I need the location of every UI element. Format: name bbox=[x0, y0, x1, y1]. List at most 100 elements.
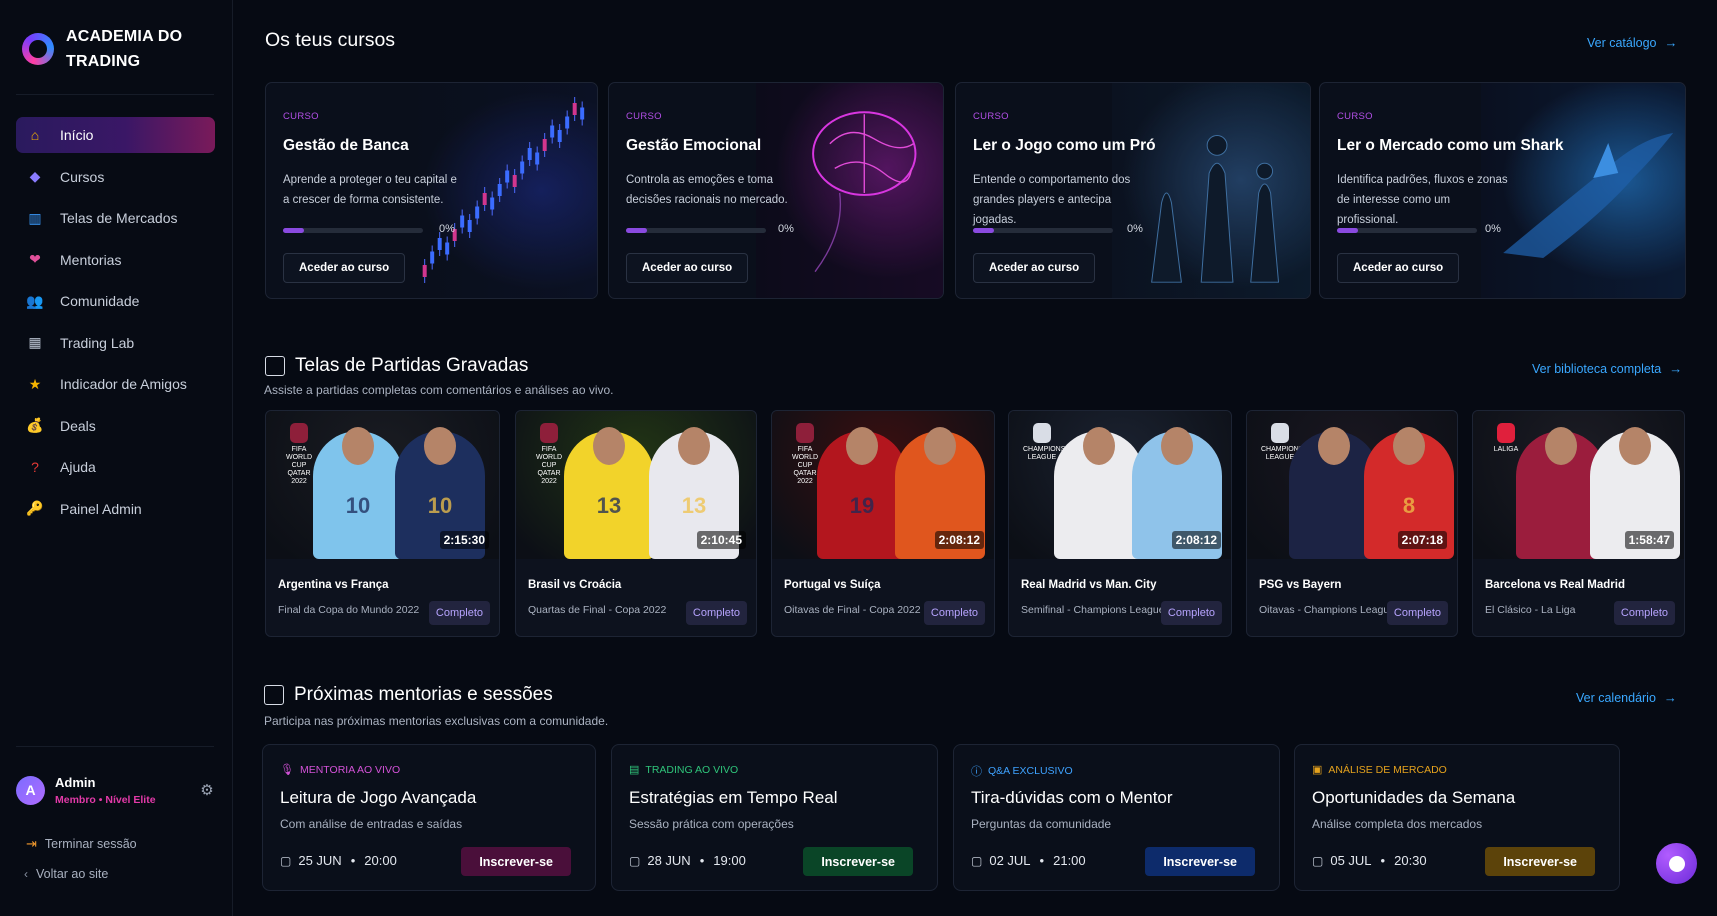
match-subtitle: El Clásico - La Liga bbox=[1485, 604, 1576, 616]
avatar[interactable]: A bbox=[16, 775, 45, 805]
sidebar-item-label: Deals bbox=[60, 417, 96, 434]
logout-icon: ⇥ bbox=[26, 836, 37, 851]
sidebar-divider bbox=[16, 94, 214, 95]
session-date: 28 JUN bbox=[647, 853, 691, 868]
sidebar-item-telas-de-mercados[interactable]: ▥ Telas de Mercados bbox=[16, 200, 215, 236]
session-tag-label: TRADING AO VIVO bbox=[645, 763, 739, 776]
sidebar-item-trading-lab[interactable]: ▦ Trading Lab bbox=[16, 325, 215, 361]
status-badge: Completo bbox=[685, 601, 747, 625]
access-course-button[interactable]: Aceder ao curso bbox=[283, 253, 406, 283]
brand-name-line2: TRADING bbox=[66, 53, 141, 70]
crest-emblem-icon bbox=[1497, 423, 1515, 443]
player-head bbox=[1318, 427, 1350, 465]
sessions-section-title: Próximas mentorias e sessões bbox=[264, 684, 553, 706]
progress-bar bbox=[973, 228, 1113, 233]
session-datetime: ▢ 02 JUL • 21:00 bbox=[971, 853, 1086, 868]
course-title: Gestão de Banca bbox=[283, 137, 409, 154]
view-calendar-link[interactable]: Ver calendário → bbox=[1576, 690, 1677, 705]
monitor-icon bbox=[265, 356, 285, 376]
access-course-button[interactable]: Aceder ao curso bbox=[1337, 253, 1460, 283]
crest-emblem-icon bbox=[290, 423, 308, 443]
view-catalog-link[interactable]: Ver catálogo → bbox=[1587, 35, 1678, 50]
sidebar-item-comunidade[interactable]: 👥 Comunidade bbox=[16, 283, 215, 319]
player-head bbox=[424, 427, 456, 465]
match-card[interactable]: FIFA WORLD CUP QATAR 2022 13 13 2:10:45 Bras… bbox=[515, 410, 757, 637]
sidebar-item-indicador-de-amigos[interactable]: ★ Indicador de Amigos bbox=[16, 366, 215, 402]
session-title: Leitura de Jogo Avançada bbox=[280, 788, 477, 807]
session-title: Tira-dúvidas com o Mentor bbox=[971, 788, 1173, 807]
register-button[interactable]: Inscrever-se bbox=[461, 847, 571, 876]
chat-bubble-icon bbox=[1668, 855, 1685, 872]
match-card[interactable]: FIFA WORLD CUP QATAR 2022 10 10 2:15:30 Arge… bbox=[265, 410, 500, 637]
register-button[interactable]: Inscrever-se bbox=[1145, 847, 1255, 876]
session-datetime: ▢ 28 JUN • 19:00 bbox=[629, 853, 746, 868]
player-number: 13 bbox=[681, 493, 707, 518]
session-tag-label: ANÁLISE DE MERCADO bbox=[1328, 763, 1447, 776]
brand-name-line1: ACADEMIA DO bbox=[66, 28, 183, 45]
course-title: Ler o Jogo como um Pró bbox=[973, 137, 1156, 154]
progress-bar bbox=[1337, 228, 1477, 233]
user-role-level: Nível Elite bbox=[105, 793, 156, 806]
player-number: 10 bbox=[345, 493, 371, 518]
sidebar-item-label: Indicador de Amigos bbox=[60, 376, 187, 392]
player-figure bbox=[1054, 427, 1144, 559]
course-tag: CURSO bbox=[626, 111, 662, 122]
session-subtitle: Sessão prática com operações bbox=[629, 817, 794, 831]
sidebar-item-inicio[interactable]: ⌂ Início bbox=[16, 117, 215, 153]
sidebar-item-mentorias[interactable]: ❤ Mentorias bbox=[16, 242, 215, 278]
back-to-site-link[interactable]: ‹ Voltar ao site bbox=[24, 867, 108, 881]
session-date: 05 JUL bbox=[1330, 853, 1372, 868]
calendar-icon bbox=[264, 685, 284, 705]
match-card[interactable]: CHAMPIONS LEAGUE 2:08:12 Real Madrid vs Ma… bbox=[1008, 410, 1232, 637]
brand-name: ACADEMIA DO TRADING bbox=[66, 24, 182, 74]
match-title: Portugal vs Suíça bbox=[784, 579, 881, 591]
register-button[interactable]: Inscrever-se bbox=[803, 847, 913, 876]
crest-emblem-icon bbox=[796, 423, 814, 443]
register-button[interactable]: Inscrever-se bbox=[1485, 847, 1595, 876]
separator-dot: • bbox=[699, 853, 705, 868]
player-head bbox=[1619, 427, 1651, 465]
analysis-icon: ▣ bbox=[1312, 764, 1323, 776]
matches-section-title: Telas de Partidas Gravadas bbox=[265, 355, 528, 377]
progress-percent: 0% bbox=[1127, 223, 1143, 235]
match-card[interactable]: LALIGA 1:58:47 Barcelona vs Real Madrid El … bbox=[1472, 410, 1685, 637]
course-card[interactable]: CURSO Ler o Jogo como um Pró Entende o com… bbox=[955, 82, 1311, 299]
match-subtitle: Oitavas de Final - Copa 2022 bbox=[784, 604, 921, 616]
money-bag-icon: 💰 bbox=[26, 417, 44, 433]
sidebar-item-painel-admin[interactable]: 🔑 Painel Admin bbox=[16, 491, 215, 527]
course-description: Aprende a proteger o teu capital e a cre… bbox=[283, 174, 457, 206]
brand[interactable]: ACADEMIA DO TRADING bbox=[22, 24, 222, 74]
match-card[interactable]: FIFA WORLD CUP QATAR 2022 19 2:08:12 Portug… bbox=[771, 410, 995, 637]
match-subtitle: Quartas de Final - Copa 2022 bbox=[528, 604, 667, 616]
session-card: ▤ TRADING AO VIVO Estratégias em Tempo Rea… bbox=[611, 744, 938, 891]
chat-button[interactable] bbox=[1656, 843, 1697, 884]
player-number: 8 bbox=[1402, 493, 1416, 518]
sidebar-item-label: Trading Lab bbox=[60, 334, 135, 351]
status-badge: Completo bbox=[428, 601, 490, 625]
course-card[interactable]: CURSO Ler o Mercado como um Shark Identifi… bbox=[1319, 82, 1686, 299]
match-duration: 2:07:18 bbox=[1397, 531, 1447, 549]
separator-dot: • bbox=[1039, 853, 1045, 868]
sidebar-item-label: Telas de Mercados bbox=[60, 210, 178, 226]
session-title: Oportunidades da Semana bbox=[1312, 788, 1516, 807]
sidebar-item-cursos[interactable]: ◆ Cursos bbox=[16, 159, 215, 195]
access-course-button[interactable]: Aceder ao curso bbox=[973, 253, 1096, 283]
match-title: Real Madrid vs Man. City bbox=[1021, 579, 1157, 591]
crest-label: FIFA WORLD CUP QATAR 2022 bbox=[535, 446, 563, 485]
logout-link[interactable]: ⇥ Terminar sessão bbox=[26, 836, 137, 852]
sidebar-item-ajuda[interactable]: ? Ajuda bbox=[16, 449, 215, 485]
crest-emblem-icon bbox=[540, 423, 558, 443]
course-card[interactable]: CURSO Gestão Emocional Controla as emoções… bbox=[608, 82, 944, 299]
match-duration: 1:58:47 bbox=[1624, 531, 1674, 549]
course-card[interactable]: CURSO Gestão de Banca Aprende a proteger o… bbox=[265, 82, 598, 299]
progress-bar bbox=[626, 228, 766, 233]
gear-icon[interactable]: ⚙ bbox=[198, 781, 216, 799]
calendar-icon: ▢ bbox=[280, 853, 292, 868]
sidebar-item-deals[interactable]: 💰 Deals bbox=[16, 408, 215, 444]
progress-percent: 0% bbox=[439, 223, 455, 235]
match-card[interactable]: CHAMPIONS LEAGUE 8 2:07:18 PSG vs Bayern Oit… bbox=[1246, 410, 1458, 637]
view-library-link[interactable]: Ver biblioteca completa → bbox=[1532, 361, 1682, 376]
sidebar-item-label: Ajuda bbox=[60, 459, 96, 475]
access-course-button[interactable]: Aceder ao curso bbox=[626, 253, 749, 283]
star-icon: ★ bbox=[28, 375, 42, 392]
